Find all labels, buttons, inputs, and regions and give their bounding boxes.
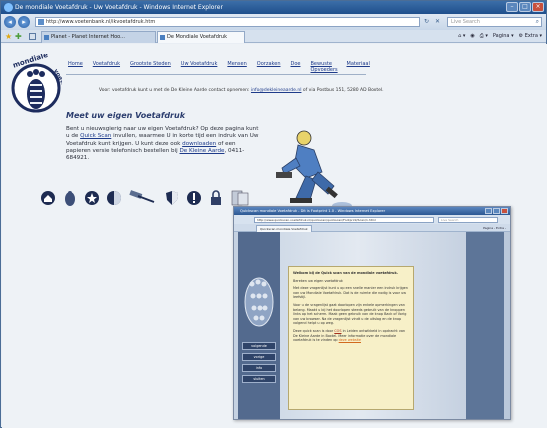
- quickscan-screenshot: Quickscan mondiale Voetafdruk - Dit is F…: [233, 206, 511, 420]
- globe-icon[interactable]: [106, 190, 122, 206]
- page-title: Meet uw eigen Voetafdruk: [66, 111, 186, 120]
- main-menu: Home Voetafdruk Grootste Steden Uw Voeta…: [68, 61, 370, 73]
- inner-navigation-bar: http://www.quickscan.voetafdruk.nl/quick…: [234, 215, 510, 224]
- page-menu[interactable]: Pagina ▾: [493, 32, 514, 41]
- inner-footprint-logo: [244, 277, 274, 327]
- search-input[interactable]: Live Search ⌕: [447, 17, 542, 27]
- intro-paragraph: Bent u nieuwsgierig naar uw eigen Voetaf…: [66, 126, 259, 162]
- print-icon[interactable]: ⎙ ▾: [480, 32, 488, 41]
- inner-command-bar: Pagina - Extra -: [483, 226, 506, 230]
- tab-planet[interactable]: Planet - Planet Internet Hoo...: [41, 31, 156, 43]
- minimize-button[interactable]: –: [506, 2, 518, 12]
- sluiten-button[interactable]: sluiten: [242, 375, 276, 383]
- tab-mondiale-voetafdruk[interactable]: De Mondiale Voetafdruk: [157, 31, 245, 43]
- home-icon[interactable]: ⌂ ▾: [458, 32, 465, 41]
- volgende-button[interactable]: volgende: [242, 342, 276, 350]
- panel-subtitle: Bereken uw eigen voetafdruk: [293, 278, 343, 283]
- document-icon[interactable]: [230, 190, 250, 206]
- maximize-button[interactable]: □: [519, 2, 531, 12]
- download-link[interactable]: downloaden: [182, 141, 216, 147]
- close-button[interactable]: ×: [532, 2, 544, 12]
- inner-page: volgende vorige info sluiten Welkom bij …: [234, 232, 510, 419]
- inner-title-bar: Quickscan mondiale Voetafdruk - Dit is F…: [234, 207, 510, 215]
- stop-icon[interactable]: ✕: [433, 17, 442, 27]
- panel-title: Welkom bij de Quick scan van de mondiale…: [293, 271, 399, 275]
- back-button[interactable]: ◂: [4, 16, 16, 28]
- website-link[interactable]: deze website: [339, 338, 361, 342]
- address-bar[interactable]: http://www.voetenbank.nl/ikvoetafdruk.ht…: [35, 17, 420, 27]
- window-controls: – □ ×: [506, 2, 544, 12]
- contact-note: Voor: voetafdruk kunt u met de De Kleine…: [99, 88, 384, 93]
- add-favorite-icon[interactable]: ✚: [15, 32, 22, 41]
- tab-bar: ★ ✚ Planet - Planet Internet Hoo... De M…: [1, 30, 546, 43]
- menu-doe[interactable]: Doe: [291, 61, 301, 73]
- window-title: De mondiale Voetafdruk - Uw Voetafdruk -…: [15, 4, 223, 11]
- menu-grootste-steden[interactable]: Grootste Steden: [130, 61, 171, 73]
- favorites-icon[interactable]: ★: [5, 32, 12, 41]
- info-button[interactable]: info: [242, 364, 276, 372]
- search-icon[interactable]: ⌕: [536, 18, 539, 26]
- address-actions: ↻ ✕: [422, 17, 442, 27]
- theme-icon-row: [40, 190, 250, 206]
- command-bar: ⌂ ▾ ◉ ⎙ ▾ Pagina ▾ ⚙ Extra ▾: [458, 32, 542, 41]
- inner-tab: Quickscan mondiale Voetafdruk: [256, 225, 312, 232]
- menu-uw-voetafdruk[interactable]: Uw Voetafdruk: [181, 61, 218, 73]
- tab-icon: [44, 35, 49, 40]
- kneeling-man-illustration: [276, 130, 352, 210]
- refresh-icon[interactable]: ↻: [422, 17, 431, 27]
- quickscan-welcome-panel: Welkom bij de Quick scan van de mondiale…: [288, 266, 414, 410]
- menu-bewuste-opvoeders[interactable]: Bewuste Opvoeders: [311, 61, 338, 73]
- kleine-aarde-link[interactable]: De Kleine Aarde: [180, 148, 225, 154]
- quick-scan-link[interactable]: Quick Scan: [80, 133, 111, 139]
- tools-menu[interactable]: ⚙ Extra ▾: [519, 32, 542, 41]
- forward-button[interactable]: ▸: [18, 16, 30, 28]
- search-placeholder: Live Search: [451, 19, 480, 25]
- footprint-icon[interactable]: [62, 190, 78, 206]
- feeds-icon[interactable]: ◉: [470, 32, 474, 41]
- tool-icon[interactable]: [128, 190, 158, 206]
- ie-icon: [4, 3, 13, 12]
- site-logo: mondiale voetafdruk: [11, 54, 62, 113]
- page-icon: [38, 19, 44, 25]
- house-icon[interactable]: [40, 190, 56, 206]
- exclamation-icon[interactable]: [186, 190, 202, 206]
- page-content: mondiale voetafdruk Home Voetafdruk Groo…: [2, 44, 547, 428]
- inner-search-input: Live Search: [438, 217, 498, 223]
- cos-link[interactable]: COS: [334, 329, 341, 333]
- inner-window-controls: [485, 208, 508, 214]
- menu-oorzaken[interactable]: Oorzaken: [257, 61, 281, 73]
- title-bar: De mondiale Voetafdruk - Uw Voetafdruk -…: [1, 1, 546, 14]
- panel-paragraph-2: Voor u de vragenlijst gaat doorlopen zij…: [293, 302, 407, 326]
- quick-tabs-icon[interactable]: [29, 33, 36, 40]
- menu-mensen[interactable]: Mensen: [227, 61, 246, 73]
- star-icon[interactable]: [84, 190, 100, 206]
- vorige-button[interactable]: vorige: [242, 353, 276, 361]
- menu-divider: [66, 74, 366, 75]
- inner-right-sidebar: [466, 232, 504, 419]
- menu-voetafdruk[interactable]: Voetafdruk: [93, 61, 120, 73]
- address-text: http://www.voetenbank.nl/ikvoetafdruk.ht…: [46, 19, 156, 25]
- shield-icon[interactable]: [164, 190, 180, 206]
- panel-paragraph-1: Met deze vragenlijst kunt u op een snell…: [293, 286, 408, 300]
- navigation-bar: ◂ ▸ http://www.voetenbank.nl/ikvoetafdru…: [1, 14, 546, 30]
- menu-home[interactable]: Home: [68, 61, 83, 73]
- contact-email-link[interactable]: info@dekleineaarde.nl: [251, 88, 302, 93]
- inner-address-bar: http://www.quickscan.voetafdruk.nl/quick…: [254, 217, 434, 223]
- browser-window: De mondiale Voetafdruk - Uw Voetafdruk -…: [0, 0, 547, 428]
- inner-tab-bar: Quickscan mondiale Voetafdruk Pagina - E…: [234, 224, 510, 232]
- lock-icon[interactable]: [208, 190, 224, 206]
- panel-paragraph-3: Deze quick scan is door COS in Leiden on…: [293, 328, 406, 343]
- menu-materiaal[interactable]: Materiaal: [347, 61, 370, 73]
- tab-icon: [160, 35, 165, 40]
